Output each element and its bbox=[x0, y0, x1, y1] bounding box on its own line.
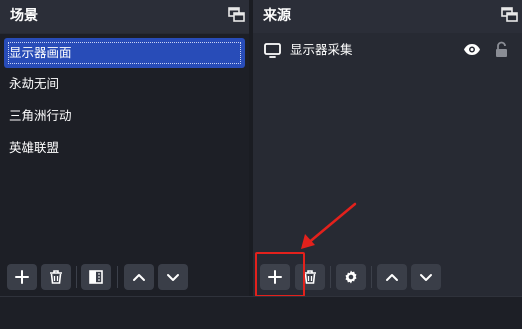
eye-icon bbox=[464, 44, 480, 55]
scenes-dock-header: 场景 bbox=[0, 0, 249, 33]
trash-icon bbox=[50, 270, 62, 284]
float-icon bbox=[228, 7, 245, 22]
scene-item-label: 英雄联盟 bbox=[9, 140, 60, 155]
scene-item-label: 永劫无间 bbox=[9, 76, 60, 91]
scene-item-label: 三角洲行动 bbox=[9, 108, 72, 123]
sources-float-button[interactable] bbox=[501, 7, 518, 22]
move-source-up-button[interactable] bbox=[377, 264, 407, 290]
scenes-toolbar bbox=[0, 256, 249, 296]
arrow-down-icon bbox=[167, 274, 179, 281]
scenes-float-button[interactable] bbox=[228, 7, 245, 22]
lock-toggle[interactable] bbox=[495, 41, 508, 58]
scene-item[interactable]: 英雄联盟 bbox=[4, 133, 245, 163]
scenes-dock-title: 场景 bbox=[10, 8, 38, 24]
scene-item[interactable]: 永劫无间 bbox=[4, 69, 245, 99]
remove-scene-button[interactable] bbox=[41, 264, 71, 290]
scene-list: 显示器画面 永劫无间 三角洲行动 英雄联盟 bbox=[0, 34, 249, 296]
toolbar-separator bbox=[76, 266, 77, 288]
add-scene-button[interactable] bbox=[7, 264, 37, 290]
scene-item[interactable]: 显示器画面 bbox=[4, 38, 245, 68]
toolbar-separator bbox=[371, 266, 372, 288]
sources-dock-title: 来源 bbox=[263, 8, 291, 24]
toolbar-separator bbox=[117, 266, 118, 288]
scene-item-label: 显示器画面 bbox=[9, 45, 72, 60]
scenes-dock: 场景 显示器画面 永劫无间 三角洲行动 英雄联盟 bbox=[0, 0, 249, 296]
arrow-down-icon bbox=[420, 274, 432, 281]
scene-item[interactable]: 三角洲行动 bbox=[4, 101, 245, 131]
filter-icon bbox=[89, 270, 103, 284]
arrow-up-icon bbox=[133, 274, 145, 281]
source-properties-button[interactable] bbox=[336, 264, 366, 290]
arrow-up-icon bbox=[386, 274, 398, 281]
source-item[interactable]: 显示器采集 bbox=[259, 37, 516, 65]
toolbar-separator bbox=[330, 266, 331, 288]
status-bar bbox=[0, 296, 522, 329]
lock-icon bbox=[496, 41, 507, 57]
source-item-label: 显示器采集 bbox=[290, 42, 353, 57]
sources-dock-header: 来源 bbox=[253, 0, 522, 33]
move-scene-down-button[interactable] bbox=[158, 264, 188, 290]
move-source-down-button[interactable] bbox=[411, 264, 441, 290]
visibility-toggle[interactable] bbox=[463, 43, 481, 56]
gear-icon bbox=[345, 270, 357, 284]
add-icon bbox=[15, 270, 29, 284]
annotation-arrow-icon bbox=[301, 202, 357, 249]
annotation-highlight-box bbox=[255, 252, 305, 297]
float-icon bbox=[501, 7, 518, 22]
monitor-icon bbox=[264, 43, 281, 58]
move-scene-up-button[interactable] bbox=[124, 264, 154, 290]
scene-filters-button[interactable] bbox=[81, 264, 111, 290]
